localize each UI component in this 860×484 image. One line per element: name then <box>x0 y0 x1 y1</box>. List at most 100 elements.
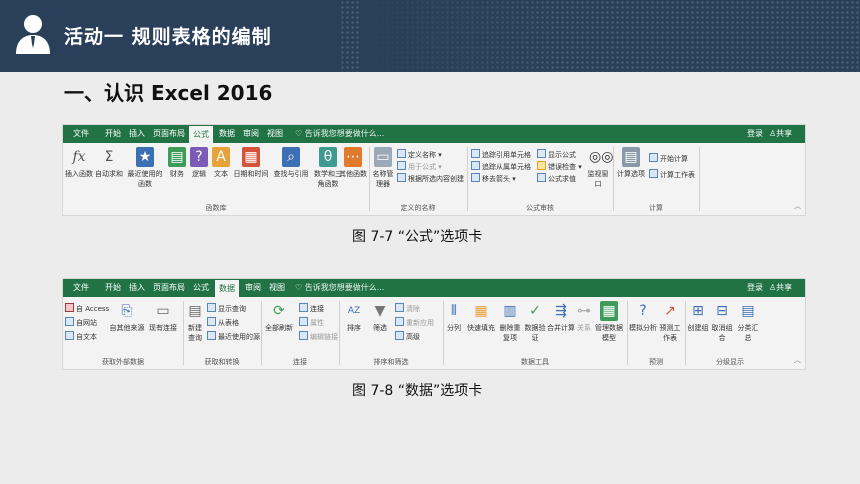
clear-filter-button[interactable]: 清除 <box>395 303 420 314</box>
calculator-icon: ▤ <box>622 147 640 167</box>
from-text-button[interactable]: 自文本 <box>65 331 97 342</box>
connections-icon: ▭ <box>156 303 170 319</box>
logical-button[interactable]: ? 逻辑 <box>189 147 209 179</box>
fx-icon: fx <box>72 149 86 165</box>
manage-data-model-button[interactable]: ▦ 管理数据模型 <box>595 301 623 343</box>
tab-file[interactable]: 文件 <box>73 128 89 139</box>
financial-button[interactable]: ▤ 财务 <box>167 147 187 179</box>
edit-links-button[interactable]: 编辑链接 <box>299 331 338 342</box>
lightbulb-icon: ♡ <box>295 129 305 138</box>
show-formulas-button[interactable]: 显示公式 <box>537 149 576 160</box>
flash-fill-button[interactable]: ▦ 快速填充 <box>465 301 497 333</box>
watch-window-button[interactable]: ◎◎ 监视窗口 <box>585 147 614 189</box>
define-name-button[interactable]: 定义名称 ▾ <box>397 149 442 160</box>
sigma-icon: Σ <box>104 149 114 165</box>
calc-options-button[interactable]: ▤ 计算选项 <box>615 147 647 179</box>
refresh-all-button[interactable]: ⟳ 全部刷新 <box>263 301 295 333</box>
ribbon-body: fx 插入函数 Σ 自动求和 ★ 最近使用的函数 ▤ 财务 ? 逻辑 A 文本 ▦ 日期和时间… <box>63 143 805 215</box>
group-label-forecast: 预测 <box>649 358 663 366</box>
existing-connections-button[interactable]: ▭ 现有连接 <box>147 301 179 333</box>
tab-data[interactable]: 数据 <box>215 280 239 297</box>
selection-icon <box>397 173 406 182</box>
link-icon <box>299 303 308 312</box>
autosum-button[interactable]: Σ 自动求和 <box>95 147 123 179</box>
tab-home[interactable]: 开始 <box>105 128 121 139</box>
login-link[interactable]: 登录 <box>747 128 763 139</box>
columns-icon: ⫴ <box>451 303 457 319</box>
tag-icon <box>397 149 406 158</box>
text-to-columns-button[interactable]: ⫴ 分列 <box>445 301 463 333</box>
use-in-formula-button[interactable]: 用于公式 ▾ <box>397 161 442 172</box>
ribbon-body: 自 Access 自网站 自文本 ⎘ 自其他来源 ▭ 现有连接 获取外部数据 ▤ 新建… <box>63 297 805 369</box>
group-button[interactable]: ⊞ 创建组 <box>687 301 709 333</box>
tab-page-layout[interactable]: 页面布局 <box>153 128 185 139</box>
calculate-now-button[interactable]: 开始计算 <box>649 153 688 164</box>
lookup-reference-button[interactable]: ⌕ 查找与引用 <box>271 147 311 179</box>
new-query-icon: ▤ <box>188 303 202 319</box>
star-icon: ★ <box>136 147 154 167</box>
create-from-selection-button[interactable]: 根据所选内容创建 <box>397 173 464 184</box>
ungroup-button[interactable]: ⊟ 取消组合 <box>709 301 735 343</box>
show-queries-button[interactable]: 显示查询 <box>207 303 246 314</box>
user-icon <box>16 15 50 54</box>
share-button[interactable]: ♙共享 <box>769 128 792 139</box>
ribbon-tab-bar: 文件 开始 插入 页面布局 公式 数据 审阅 视图 ♡ 告诉我您想要做什么...… <box>63 125 805 143</box>
tab-insert[interactable]: 插入 <box>129 128 145 139</box>
more-functions-button[interactable]: ⋯ 其他函数 <box>339 147 367 179</box>
tab-data[interactable]: 数据 <box>219 128 235 139</box>
data-validation-button[interactable]: ✓ 数据验证 <box>523 301 547 343</box>
filter-button[interactable]: ▼ 筛选 <box>369 301 391 333</box>
tab-review[interactable]: 审阅 <box>245 282 261 293</box>
trace-dependents-button[interactable]: 追踪从属单元格 <box>471 161 531 172</box>
tell-me-box[interactable]: ♡ 告诉我您想要做什么... <box>295 128 384 139</box>
from-table-button[interactable]: 从表格 <box>207 317 239 328</box>
connections-button[interactable]: 连接 <box>299 303 324 314</box>
remove-arrows-button[interactable]: 移去箭头 ▾ <box>471 173 516 184</box>
table-icon <box>207 317 216 326</box>
login-link[interactable]: 登录 <box>747 282 763 293</box>
sort-button[interactable]: AZ 排序 <box>343 301 365 333</box>
recent-sources-button[interactable]: 最近使用的源 <box>207 331 260 342</box>
text-button[interactable]: A 文本 <box>211 147 231 179</box>
header-bar: 活动一 规则表格的编制 <box>0 0 860 72</box>
tab-insert[interactable]: 插入 <box>129 282 145 293</box>
collapse-ribbon-icon[interactable]: ︿ <box>794 355 801 365</box>
share-button[interactable]: ♙共享 <box>769 282 792 293</box>
tab-view[interactable]: 视图 <box>269 282 285 293</box>
name-manager-button[interactable]: ▭ 名称管理器 <box>371 147 395 189</box>
subtotal-button[interactable]: ▤ 分类汇总 <box>735 301 761 343</box>
tab-home[interactable]: 开始 <box>105 282 121 293</box>
relationships-button[interactable]: ⊶ 关系 <box>575 301 593 333</box>
tab-review[interactable]: 审阅 <box>243 128 259 139</box>
calc-sheet-icon <box>649 169 658 178</box>
remove-duplicates-button[interactable]: ▥ 删除重复项 <box>497 301 523 343</box>
from-web-button[interactable]: 自网站 <box>65 317 97 328</box>
error-checking-button[interactable]: 错误检查 ▾ <box>537 161 582 172</box>
from-access-button[interactable]: 自 Access <box>65 303 109 314</box>
trace-precedents-button[interactable]: 追踪引用单元格 <box>471 149 531 160</box>
financial-icon: ▤ <box>168 147 186 167</box>
advanced-filter-button[interactable]: 高级 <box>395 331 420 342</box>
evaluate-formula-button[interactable]: 公式求值 <box>537 173 576 184</box>
properties-button[interactable]: 属性 <box>299 317 324 328</box>
insert-function-button[interactable]: fx 插入函数 <box>65 147 93 179</box>
recent-functions-button[interactable]: ★ 最近使用的函数 <box>125 147 165 189</box>
tab-page-layout[interactable]: 页面布局 <box>153 282 185 293</box>
group-label-defined-names: 定义的名称 <box>400 204 436 212</box>
tell-me-box[interactable]: ♡ 告诉我您想要做什么... <box>295 282 384 293</box>
forecast-sheet-button[interactable]: ↗ 预测工作表 <box>659 301 681 343</box>
other-sources-button[interactable]: ⎘ 自其他来源 <box>107 301 147 333</box>
tab-formulas[interactable]: 公式 <box>189 126 213 143</box>
collapse-ribbon-icon[interactable]: ︿ <box>794 201 801 211</box>
tab-formulas[interactable]: 公式 <box>193 282 209 293</box>
date-time-button[interactable]: ▦ 日期和时间 <box>231 147 271 179</box>
tab-view[interactable]: 视图 <box>267 128 283 139</box>
calculate-sheet-button[interactable]: 计算工作表 <box>649 169 695 180</box>
consolidate-button[interactable]: ⇶ 合并计算 <box>547 301 575 333</box>
calc-now-icon <box>649 153 658 162</box>
ribbon-tab-bar: 文件 开始 插入 页面布局 公式 数据 审阅 视图 ♡ 告诉我您想要做什么...… <box>63 279 805 297</box>
what-if-button[interactable]: ? 模拟分析 <box>629 301 657 333</box>
reapply-button[interactable]: 重新应用 <box>395 317 434 328</box>
tab-file[interactable]: 文件 <box>73 282 89 293</box>
new-query-button[interactable]: ▤ 新建查询 <box>185 301 205 343</box>
